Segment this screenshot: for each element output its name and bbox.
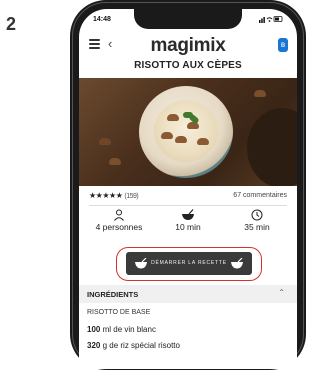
start-recipe-button[interactable]: DÉMARRER LA RECETTE — [126, 252, 252, 275]
chevron-up-icon[interactable]: ⌃ — [278, 288, 285, 297]
magimix-logo: magimix — [150, 35, 226, 56]
recipe-photo — [79, 78, 297, 186]
phone-frame: 14:48 ‹ magimix ʙ RISOTTO AUX CÈPES ★★★★… — [70, 0, 306, 370]
cooking-pot-icon — [231, 258, 243, 269]
status-time: 14:48 — [93, 16, 111, 23]
ingredients-header[interactable]: INGRÉDIENTS ⌃ — [79, 285, 297, 303]
ingredients-title: INGRÉDIENTS — [87, 290, 139, 299]
recipe-info-row: 4 personnes 10 min 35 min — [79, 209, 297, 243]
mixing-bowl-icon — [182, 209, 194, 220]
ingredient-text: g de riz spécial risotto — [102, 341, 180, 350]
ingredient-text: ml de vin blanc — [102, 325, 156, 334]
ingredient-item: 100 ml de vin blanc — [87, 325, 156, 334]
servings-value: 4 personnes — [95, 222, 143, 232]
step-number: 2 — [6, 14, 17, 34]
servings-info: 4 personnes — [84, 209, 154, 232]
ingredient-item: 320 g de riz spécial risotto — [87, 341, 180, 350]
comments-link[interactable]: 67 commentaires — [233, 192, 287, 199]
phone-notch — [134, 9, 242, 29]
bluetooth-icon[interactable]: ʙ — [278, 38, 288, 52]
cook-time-value: 35 min — [244, 222, 270, 232]
person-icon — [114, 209, 124, 221]
ingredients-section-title: RISOTTO DE BASE — [87, 309, 151, 316]
ingredient-qty: 320 — [87, 341, 101, 350]
prep-time-info: 10 min — [153, 209, 223, 232]
divider — [89, 205, 287, 206]
rating-stars[interactable]: ★★★★★ (159) — [89, 191, 139, 200]
app-screen: 14:48 ‹ magimix ʙ RISOTTO AUX CÈPES ★★★★… — [79, 9, 297, 369]
cook-time-info: 35 min — [222, 209, 292, 232]
rating-row: ★★★★★ (159) 67 commentaires — [89, 191, 287, 203]
status-icons — [259, 15, 283, 25]
top-nav-bar: ‹ magimix ʙ — [79, 35, 297, 57]
prep-time-value: 10 min — [175, 222, 201, 232]
signal-wifi-battery-icon — [259, 16, 283, 23]
ingredient-qty: 100 — [87, 325, 101, 334]
recipe-title: RISOTTO AUX CÈPES — [134, 60, 242, 71]
clock-icon — [251, 209, 263, 221]
rating-count: (159) — [124, 193, 139, 200]
